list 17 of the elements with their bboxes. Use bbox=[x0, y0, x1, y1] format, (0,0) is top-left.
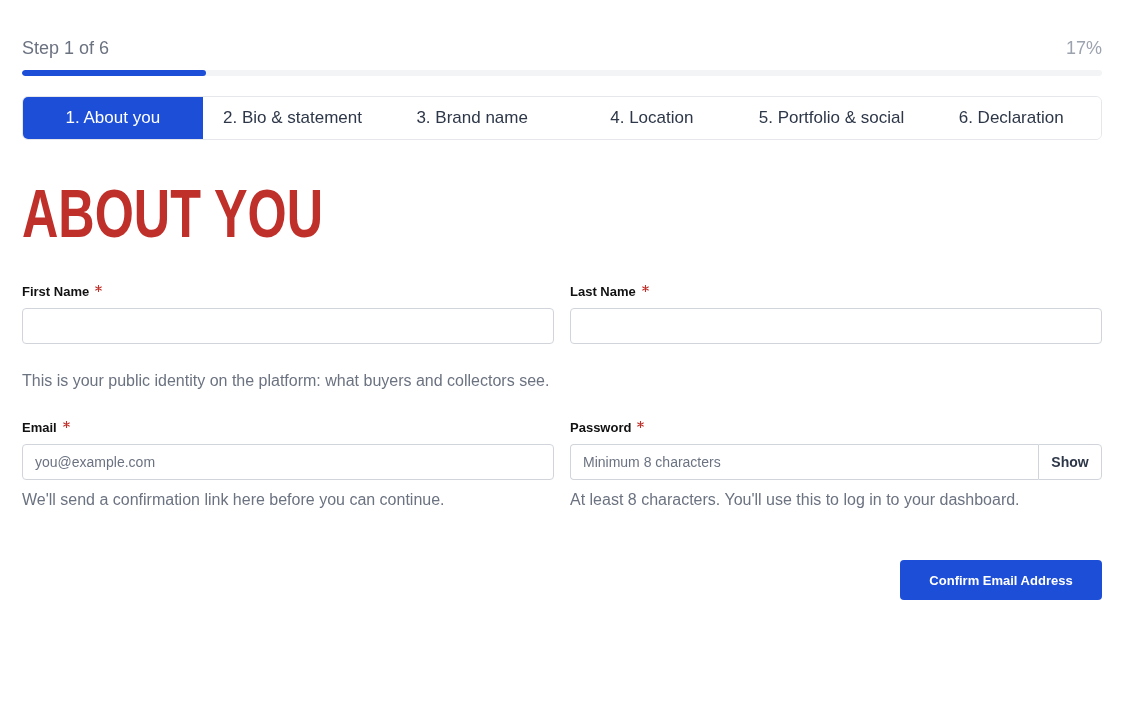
helper-text: This is your public identity on the platform: what buyers and collectors see. bbox=[22, 371, 551, 391]
confirm-email-button[interactable]: Confirm Email Address bbox=[900, 560, 1102, 600]
field-label: Password bbox=[570, 420, 632, 436]
page-heading: ABOUT YOU bbox=[22, 180, 323, 246]
progress-percent: 17% bbox=[1065, 38, 1102, 59]
input-field[interactable] bbox=[570, 308, 1102, 344]
step-counter: Step 1 of 6 bbox=[22, 38, 110, 59]
field-label: First Name bbox=[22, 284, 90, 300]
email-field[interactable]: you@example.com bbox=[22, 444, 554, 480]
helper-text: We'll send a confirmation link here before you can continue. bbox=[22, 490, 446, 510]
show-password-button[interactable]: Show bbox=[1038, 444, 1102, 480]
password-field[interactable]: Minimum 8 characters bbox=[570, 444, 1038, 480]
step-tab[interactable]: 1. About you bbox=[23, 97, 203, 139]
field-label: Last Name bbox=[570, 284, 636, 300]
field-label: Email bbox=[22, 420, 57, 436]
input-field[interactable] bbox=[22, 308, 554, 344]
helper-text: At least 8 characters. You'll use this to log in to your dashboard. bbox=[570, 490, 1021, 510]
